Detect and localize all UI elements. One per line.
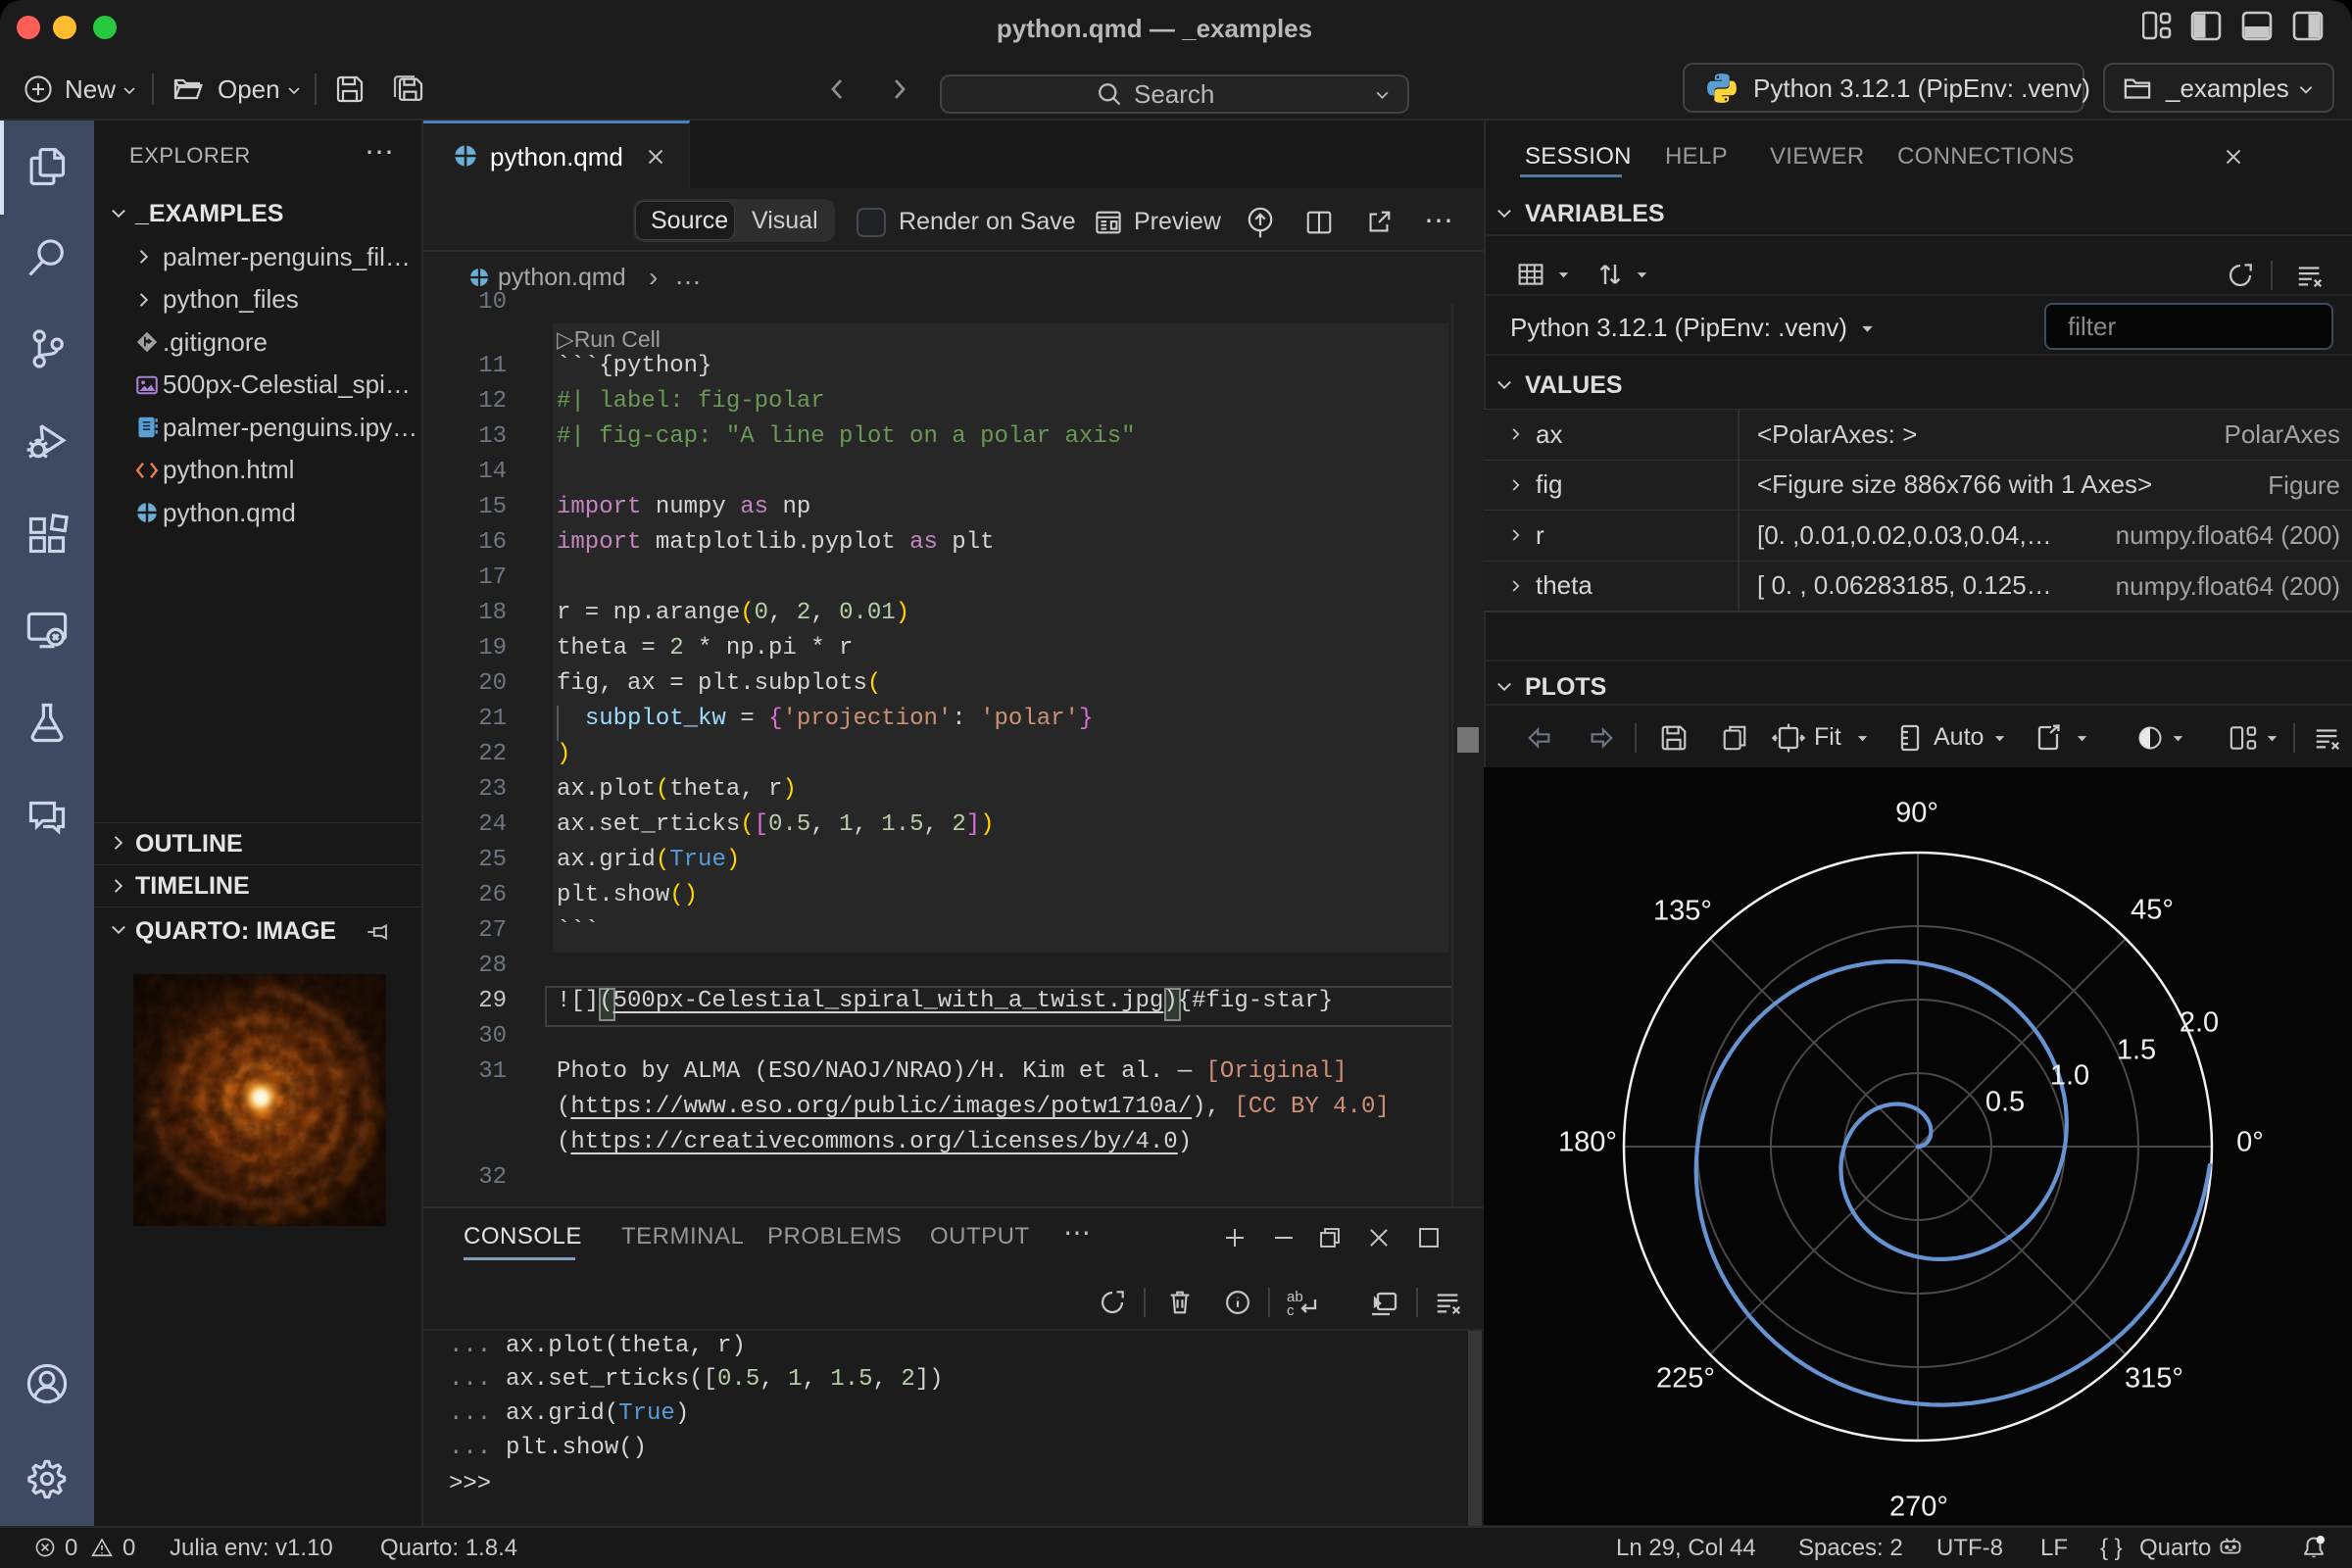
svg-text:135°: 135° bbox=[1653, 896, 1712, 927]
svg-text:270°: 270° bbox=[1889, 1492, 1948, 1523]
svg-text:0.5: 0.5 bbox=[1985, 1087, 2025, 1118]
svg-text:0°: 0° bbox=[2236, 1127, 2264, 1158]
svg-text:90°: 90° bbox=[1895, 798, 1938, 829]
svg-text:1.5: 1.5 bbox=[2117, 1035, 2156, 1066]
svg-text:315°: 315° bbox=[2125, 1363, 2183, 1395]
svg-text:1.0: 1.0 bbox=[2050, 1060, 2089, 1092]
svg-text:c: c bbox=[1287, 1302, 1295, 1317]
svg-text:225°: 225° bbox=[1656, 1363, 1715, 1395]
svg-text:2.0: 2.0 bbox=[2180, 1007, 2219, 1039]
svg-text:180°: 180° bbox=[1558, 1127, 1617, 1158]
svg-text:45°: 45° bbox=[2131, 895, 2174, 926]
